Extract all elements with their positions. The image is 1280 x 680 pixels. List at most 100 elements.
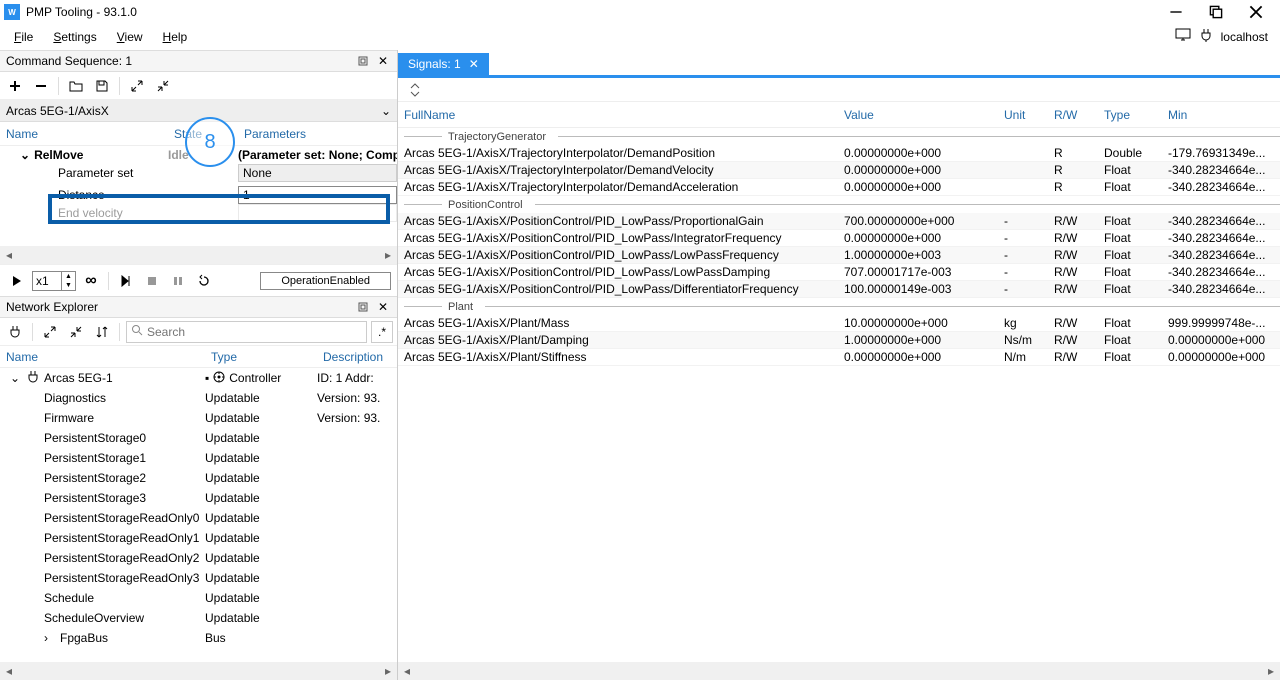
net-col-desc[interactable]: Description [317, 350, 397, 364]
net-row[interactable]: PersistentStorageReadOnly1Updatable [0, 528, 397, 548]
close-panel-icon[interactable]: ✕ [375, 299, 391, 315]
signal-row[interactable]: Arcas 5EG-1/AxisX/TrajectoryInterpolator… [398, 145, 1280, 162]
menu-settings[interactable]: Settings [43, 26, 106, 48]
loop-button[interactable]: ∞ [80, 270, 102, 292]
net-row[interactable]: ScheduleUpdatable [0, 588, 397, 608]
signal-row[interactable]: Arcas 5EG-1/AxisX/Plant/Mass10.00000000e… [398, 315, 1280, 332]
sort-toggle-icon[interactable] [404, 79, 426, 101]
net-row[interactable]: PersistentStorage1Updatable [0, 448, 397, 468]
collapse-icon[interactable] [152, 75, 174, 97]
scroll-left-icon[interactable]: ◂ [0, 246, 18, 264]
operation-enabled-badge[interactable]: OperationEnabled [260, 272, 391, 290]
signal-row[interactable]: Arcas 5EG-1/AxisX/PositionControl/PID_Lo… [398, 264, 1280, 281]
net-row[interactable]: PersistentStorageReadOnly2Updatable [0, 548, 397, 568]
close-button[interactable] [1236, 0, 1276, 24]
speed-down-icon[interactable]: ▼ [61, 281, 75, 290]
speed-input[interactable] [33, 272, 61, 290]
tab-signals[interactable]: Signals: 1 ✕ [398, 53, 489, 75]
speed-stepper[interactable]: ▲▼ [32, 271, 76, 291]
close-panel-icon[interactable]: ✕ [375, 53, 391, 69]
signal-value[interactable]: 10.00000000e+000 [838, 316, 998, 330]
search-box[interactable] [126, 321, 367, 343]
expander-icon[interactable]: ⌄ [20, 148, 30, 162]
popout-icon[interactable] [355, 299, 371, 315]
net-row[interactable]: ScheduleOverviewUpdatable [0, 608, 397, 628]
signal-value[interactable]: 700.00000000e+000 [838, 214, 998, 228]
scroll-left-icon[interactable]: ◂ [398, 662, 416, 680]
paramset-value[interactable]: None [238, 164, 397, 182]
net-row[interactable]: PersistentStorage2Updatable [0, 468, 397, 488]
sig-hscroll[interactable]: ◂ ▸ [398, 662, 1280, 680]
col-parameters[interactable]: Parameters [238, 127, 397, 141]
distance-input[interactable] [238, 186, 397, 204]
open-button[interactable] [65, 75, 87, 97]
cmd-row-relmove[interactable]: ⌄RelMove Idle (Parameter set: None; Comp… [0, 146, 397, 164]
net-col-name[interactable]: Name [0, 350, 205, 364]
net-row[interactable]: PersistentStorage3Updatable [0, 488, 397, 508]
signal-value[interactable]: 1.00000000e+000 [838, 333, 998, 347]
menu-view[interactable]: View [107, 26, 153, 48]
scroll-right-icon[interactable]: ▸ [1262, 662, 1280, 680]
menu-help[interactable]: Help [153, 26, 198, 48]
signal-row[interactable]: Arcas 5EG-1/AxisX/Plant/Stiffness0.00000… [398, 349, 1280, 366]
signal-value[interactable]: 707.00001717e-003 [838, 265, 998, 279]
sig-col-type[interactable]: Type [1098, 108, 1162, 122]
scroll-right-icon[interactable]: ▸ [379, 662, 397, 680]
expand-icon[interactable] [126, 75, 148, 97]
net-row[interactable]: PersistentStorageReadOnly3Updatable [0, 568, 397, 588]
net-hscroll[interactable]: ◂ ▸ [0, 662, 397, 680]
signal-value[interactable]: 0.00000000e+000 [838, 146, 998, 160]
step-button[interactable] [115, 270, 137, 292]
sig-col-min[interactable]: Min [1162, 108, 1280, 122]
signal-value[interactable]: 0.00000000e+000 [838, 231, 998, 245]
menu-file[interactable]: File [4, 26, 43, 48]
chevron-down-icon[interactable]: ⌄ [381, 104, 391, 118]
expander-icon[interactable]: ⌄ [10, 371, 22, 385]
net-row[interactable]: ›FpgaBusBus [0, 628, 397, 648]
signal-row[interactable]: Arcas 5EG-1/AxisX/TrajectoryInterpolator… [398, 162, 1280, 179]
net-row[interactable]: PersistentStorageReadOnly0Updatable [0, 508, 397, 528]
sig-col-value[interactable]: Value [838, 108, 998, 122]
reset-button[interactable] [193, 270, 215, 292]
expander-icon[interactable]: › [44, 631, 56, 645]
net-row[interactable]: FirmwareUpdatableVersion: 93. [0, 408, 397, 428]
plug-icon[interactable] [1199, 28, 1213, 45]
signal-row[interactable]: Arcas 5EG-1/AxisX/PositionControl/PID_Lo… [398, 213, 1280, 230]
col-state[interactable]: State [168, 127, 238, 141]
signal-row[interactable]: Arcas 5EG-1/AxisX/PositionControl/PID_Lo… [398, 281, 1280, 298]
net-row[interactable]: DiagnosticsUpdatableVersion: 93. [0, 388, 397, 408]
col-name[interactable]: Name [0, 127, 168, 141]
scroll-right-icon[interactable]: ▸ [379, 246, 397, 264]
maximize-button[interactable] [1196, 0, 1236, 24]
filter-button[interactable]: .* [371, 321, 393, 343]
cmd-row-paramset[interactable]: Parameter set None [0, 164, 397, 182]
close-tab-icon[interactable]: ✕ [469, 57, 479, 71]
cmd-row-endvelocity[interactable]: End velocity [0, 204, 397, 222]
delete-button[interactable] [30, 75, 52, 97]
plug-icon[interactable] [4, 321, 26, 343]
search-input[interactable] [147, 325, 362, 339]
signal-value[interactable]: 0.00000000e+000 [838, 180, 998, 194]
sig-col-rw[interactable]: R/W [1048, 108, 1098, 122]
cmd-row-distance[interactable]: Distance [0, 186, 397, 204]
sort-icon[interactable] [91, 321, 113, 343]
scroll-left-icon[interactable]: ◂ [0, 662, 18, 680]
save-button[interactable] [91, 75, 113, 97]
sig-col-unit[interactable]: Unit [998, 108, 1048, 122]
speed-up-icon[interactable]: ▲ [61, 272, 75, 281]
play-button[interactable] [6, 270, 28, 292]
signal-value[interactable]: 0.00000000e+000 [838, 350, 998, 364]
net-row[interactable]: PersistentStorage0Updatable [0, 428, 397, 448]
net-col-type[interactable]: Type [205, 350, 317, 364]
signal-row[interactable]: Arcas 5EG-1/AxisX/TrajectoryInterpolator… [398, 179, 1280, 196]
minimize-button[interactable] [1156, 0, 1196, 24]
signal-row[interactable]: Arcas 5EG-1/AxisX/PositionControl/PID_Lo… [398, 230, 1280, 247]
monitor-icon[interactable] [1175, 28, 1191, 45]
gear-icon[interactable] [213, 371, 225, 386]
sig-col-fullname[interactable]: FullName [398, 108, 838, 122]
cmd-hscroll[interactable]: ◂ ▸ [0, 246, 397, 264]
signal-value[interactable]: 1.00000000e+003 [838, 248, 998, 262]
signal-row[interactable]: Arcas 5EG-1/AxisX/Plant/Damping1.0000000… [398, 332, 1280, 349]
popout-icon[interactable] [355, 53, 371, 69]
expand-icon[interactable] [39, 321, 61, 343]
